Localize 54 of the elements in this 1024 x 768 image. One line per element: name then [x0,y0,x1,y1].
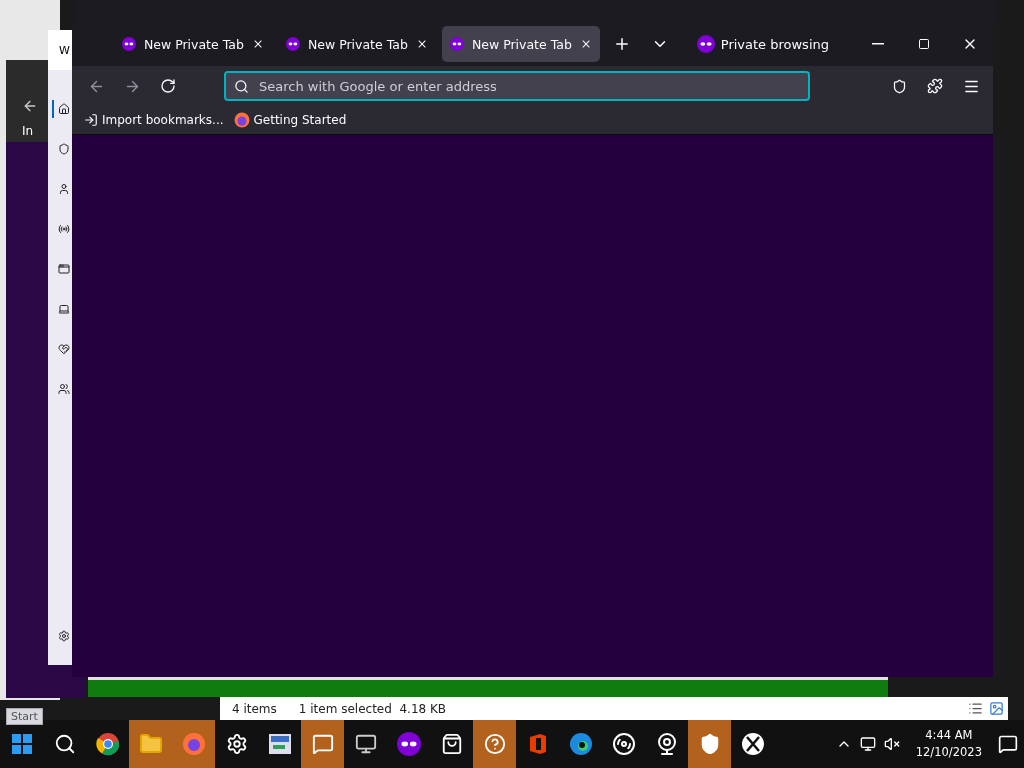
settings-icon [58,630,70,642]
home-icon [58,103,70,115]
firefox-icon [233,112,250,128]
window-title: W [59,43,70,57]
import-icon [84,113,98,127]
puzzle-icon [927,78,943,94]
xbox-icon[interactable] [740,732,765,756]
shield-icon [58,143,70,155]
mask-icon [450,36,464,52]
disc-icon[interactable] [611,732,636,756]
laptop-icon [58,303,70,315]
window-icon [58,263,70,275]
browser-tab[interactable]: New Private Tab [114,26,272,62]
monitor-icon[interactable] [354,733,377,755]
network-icon[interactable] [859,736,876,752]
windows-icon[interactable] [11,734,32,754]
display-icon[interactable] [267,733,292,755]
help-icon[interactable] [483,733,506,755]
bookmark[interactable]: Import bookmarks... [84,113,224,127]
window-text: In [22,124,35,138]
mask-icon [286,36,300,52]
chrome-icon[interactable] [95,732,120,756]
tooltip: Start [6,708,43,725]
search-icon [234,78,249,94]
settings-icon[interactable] [225,733,248,755]
search-icon[interactable] [53,733,76,755]
clock[interactable]: 4:44 AM 12/10/2023 [915,727,982,761]
nav-item[interactable] [52,100,70,118]
notifications-icon[interactable] [998,734,1018,754]
browser-tab[interactable]: New Private Tab [278,26,436,62]
mask-icon [396,732,421,756]
address-bar[interactable]: Search with Google or enter address [224,71,810,101]
office-icon[interactable] [527,733,548,755]
reload-icon [160,78,176,94]
maximize-icon [918,38,930,50]
minimize-icon [872,43,884,45]
edge-icon[interactable] [568,732,593,756]
back-icon [22,98,38,114]
mask-icon [696,35,715,53]
large-icons-view-icon[interactable] [989,701,1004,716]
antenna-icon [58,223,70,235]
person-icon [58,183,70,195]
volume-muted-icon[interactable] [883,736,900,752]
folder-icon[interactable] [138,732,163,756]
status-text: 4 items [232,701,277,716]
people-icon [58,383,70,395]
browser-tab[interactable]: New Private Tab [442,26,600,62]
details-view-icon[interactable] [968,701,983,716]
private-browsing-label: Private browsing [720,36,829,52]
plus-icon [613,35,631,53]
mask-icon [122,36,136,52]
store-icon[interactable] [440,733,463,755]
bookmark[interactable]: Getting Started [233,112,347,128]
status-text: 1 item selected 4.18 KB [298,701,447,716]
